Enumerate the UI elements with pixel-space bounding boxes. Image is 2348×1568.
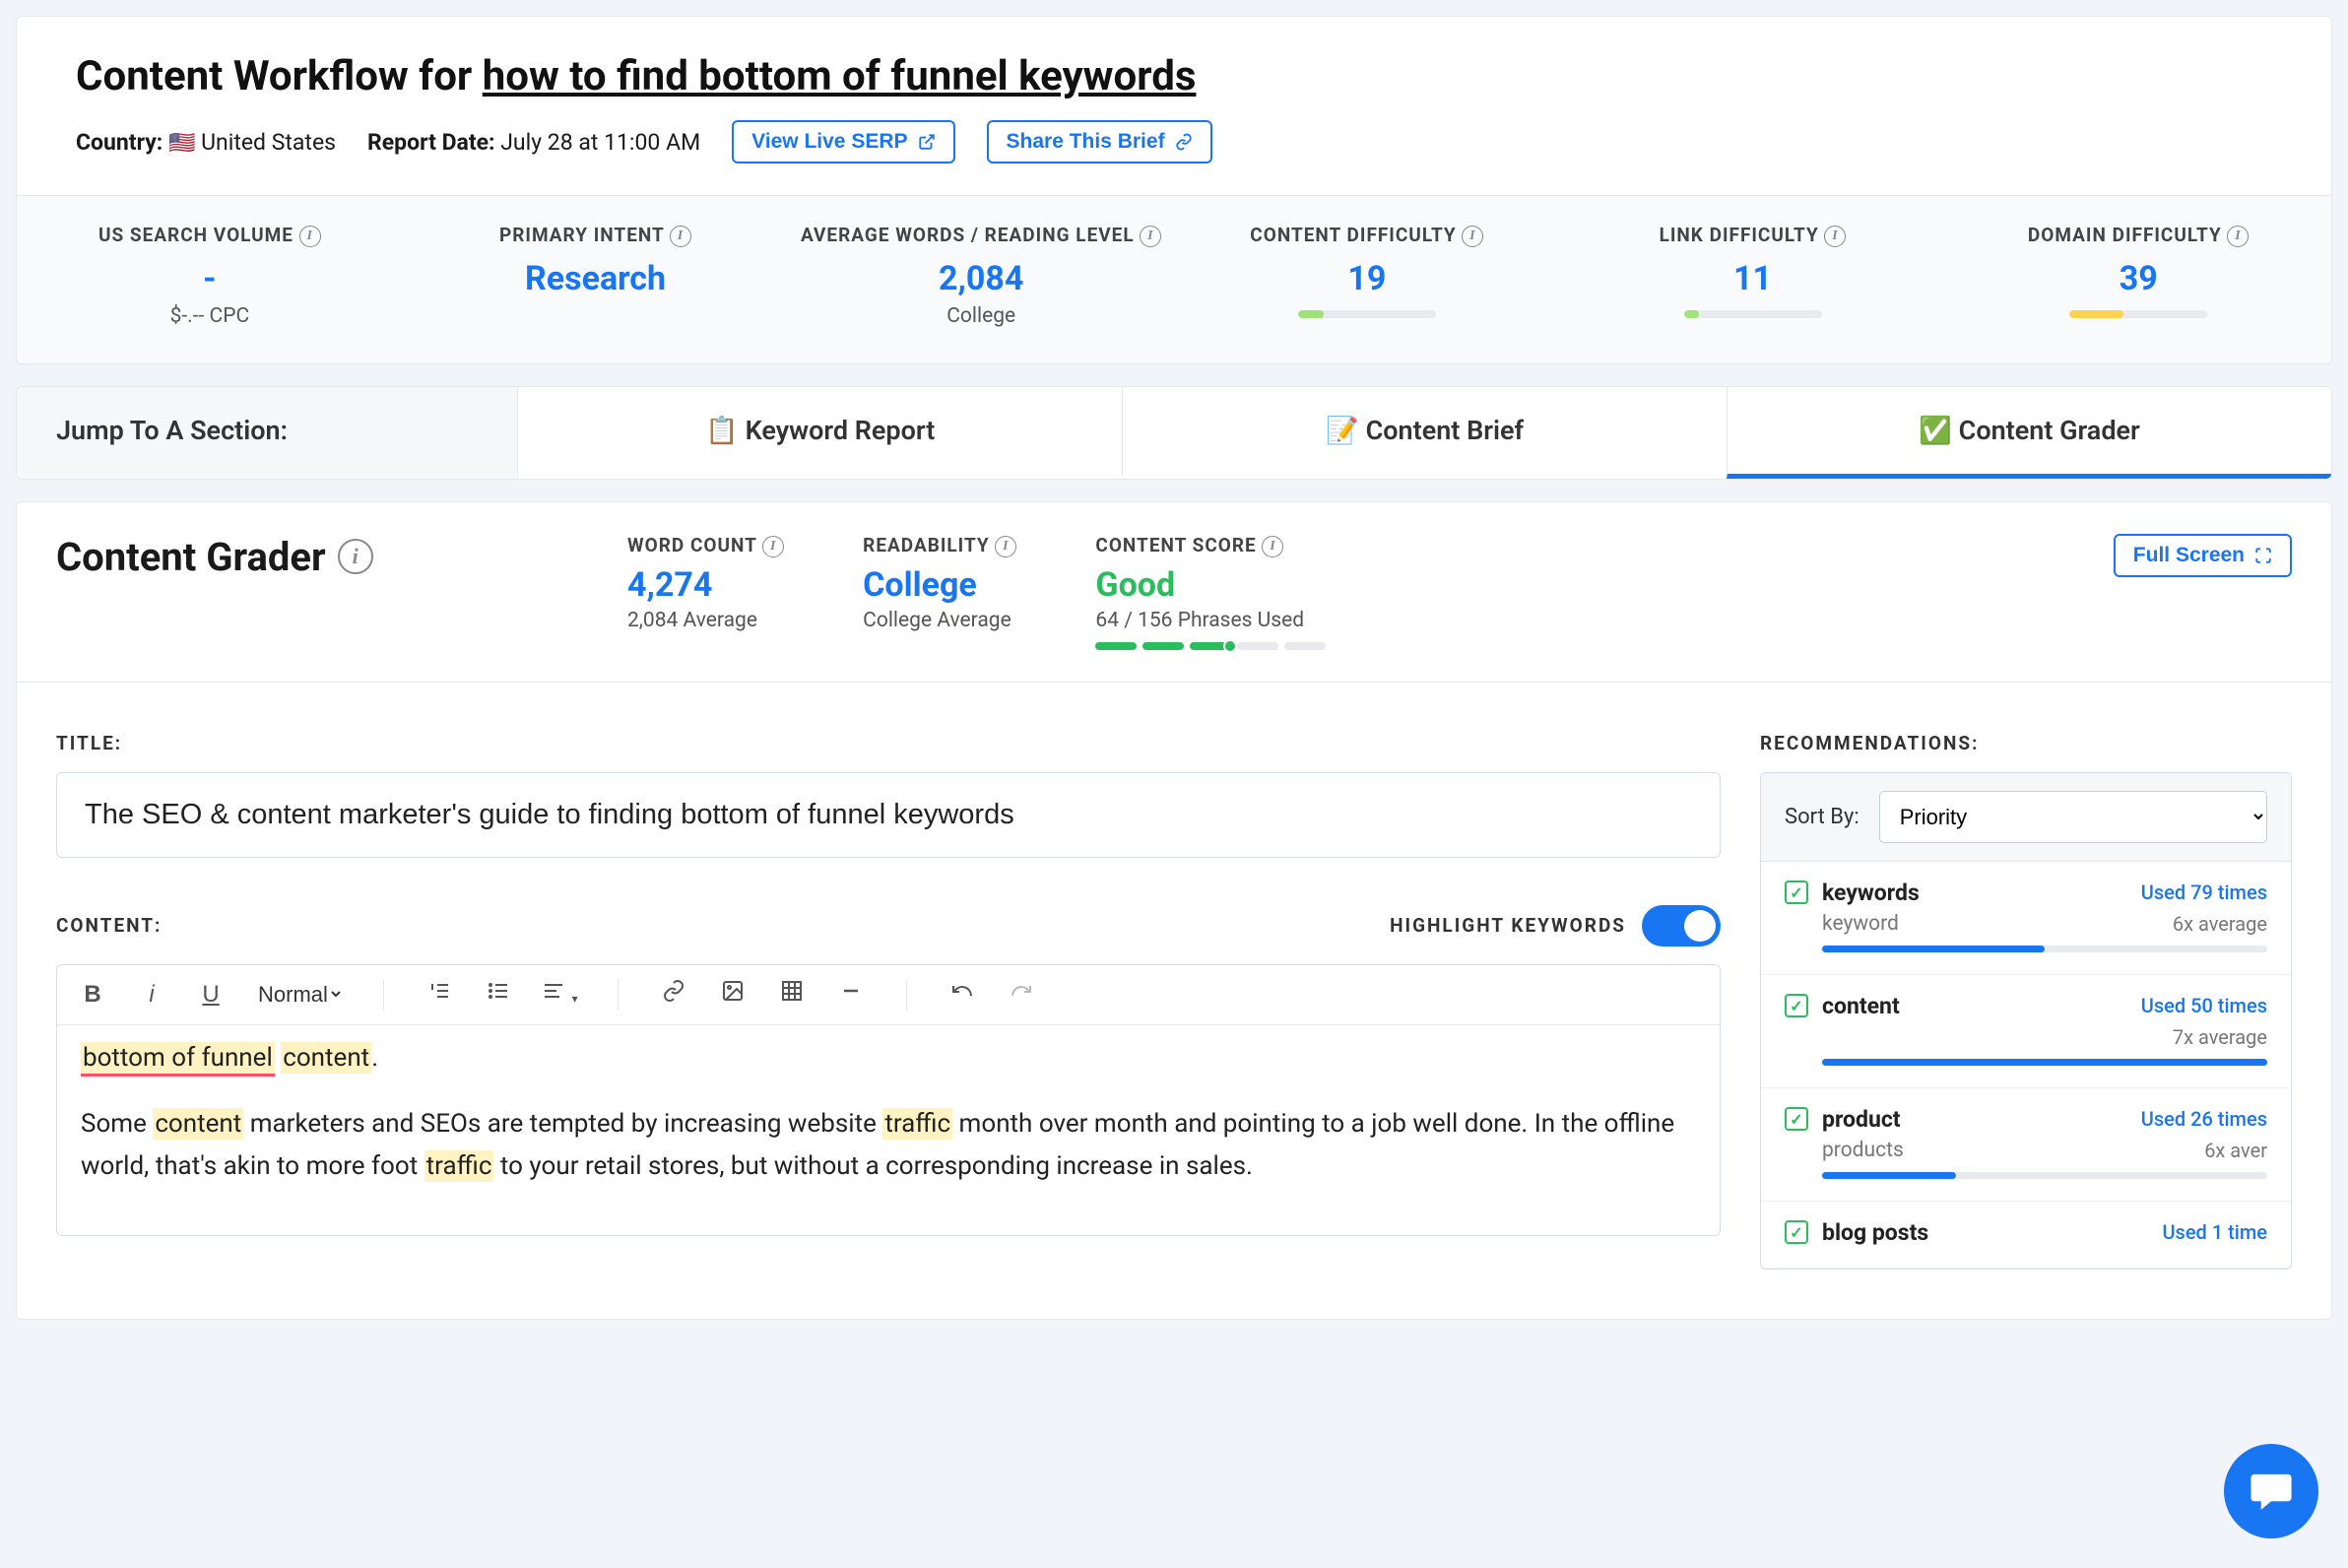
check-icon: ✓	[1785, 881, 1808, 904]
recommendation-item[interactable]: ✓ blog posts Used 1 time	[1761, 1202, 2291, 1269]
info-icon[interactable]: i	[995, 536, 1016, 557]
info-icon[interactable]: i	[1262, 536, 1283, 557]
readability-metric: READABILITY i College College Average	[863, 534, 1016, 650]
expand-icon	[2254, 547, 2272, 564]
format-select[interactable]: Normal	[254, 981, 344, 1008]
image-button[interactable]	[717, 979, 749, 1010]
link-icon	[1175, 133, 1193, 151]
metric-card: LINK DIFFICULTY i 11	[1560, 224, 1946, 328]
metrics-row: US SEARCH VOLUME i - $-.-- CPCPRIMARY IN…	[17, 195, 2331, 363]
tab-content-brief[interactable]: 📝 Content Brief	[1122, 387, 1727, 479]
recommendation-item[interactable]: ✓ keywords Used 79 times keyword6x avera…	[1761, 862, 2291, 975]
metric-card: DOMAIN DIFFICULTY i 39	[1945, 224, 2331, 328]
check-icon: ✓	[1785, 1220, 1808, 1244]
info-icon[interactable]: i	[299, 226, 321, 247]
content-editor: B i U Normal ▾	[56, 964, 1721, 1236]
underline-button[interactable]: U	[195, 981, 227, 1009]
score-progress	[1095, 642, 1326, 650]
sort-by-label: Sort By:	[1785, 805, 1859, 829]
ordered-list-button[interactable]	[424, 979, 455, 1010]
sort-by-select[interactable]: Priority	[1879, 791, 2267, 843]
workflow-header-card: Content Workflow for how to find bottom …	[16, 16, 2332, 364]
metric-card: AVERAGE WORDS / READING LEVEL i 2,084 Co…	[788, 224, 1174, 328]
content-label: CONTENT:	[56, 914, 162, 937]
content-score-metric: CONTENT SCORE i Good 64 / 156 Phrases Us…	[1095, 534, 1326, 650]
flag-icon: 🇺🇸	[168, 131, 195, 156]
workflow-keyword: how to find bottom of funnel keywords	[483, 52, 1197, 100]
hr-button[interactable]	[835, 979, 867, 1010]
section-tabs: Jump To A Section: 📋 Keyword Report📝 Con…	[16, 386, 2332, 480]
view-live-serp-button[interactable]: View Live SERP	[732, 120, 954, 163]
link-button[interactable]	[658, 979, 689, 1010]
share-brief-button[interactable]: Share This Brief	[987, 120, 1212, 163]
external-link-icon	[918, 133, 936, 151]
page-title: Content Workflow for how to find bottom …	[76, 52, 2272, 100]
title-input[interactable]	[56, 772, 1721, 858]
editor-content[interactable]: bottom of funnel content. Some content m…	[57, 1025, 1720, 1235]
highlight-keywords-label: HIGHLIGHT KEYWORDS	[1390, 914, 1626, 937]
content-grader-title: Content Grader i	[56, 534, 627, 580]
align-button[interactable]: ▾	[542, 979, 578, 1010]
bold-button[interactable]: B	[77, 981, 108, 1009]
recommendations-label: RECOMMENDATIONS:	[1760, 732, 2292, 754]
word-count-metric: WORD COUNT i 4,274 2,084 Average	[627, 534, 784, 650]
tab-keyword-report[interactable]: 📋 Keyword Report	[517, 387, 1122, 479]
recommendation-item[interactable]: ✓ product Used 26 times products6x aver	[1761, 1088, 2291, 1202]
country-meta: Country: 🇺🇸 United States	[76, 129, 336, 156]
chat-icon	[2248, 1468, 2295, 1515]
tab-content-grader[interactable]: ✅ Content Grader	[1727, 387, 2331, 479]
recommendations-box: Sort By: Priority ✓ keywords Used 79 tim…	[1760, 772, 2292, 1270]
info-icon[interactable]: i	[1824, 226, 1846, 247]
check-icon: ✓	[1785, 1107, 1808, 1131]
report-date-meta: Report Date: July 28 at 11:00 AM	[367, 129, 700, 156]
info-icon[interactable]: i	[670, 226, 691, 247]
info-icon[interactable]: i	[2227, 226, 2249, 247]
unordered-list-button[interactable]	[483, 979, 514, 1010]
jump-to-section-label: Jump To A Section:	[17, 387, 517, 479]
check-icon: ✓	[1785, 994, 1808, 1017]
info-icon[interactable]: i	[762, 536, 784, 557]
undo-button[interactable]	[946, 979, 978, 1010]
recommendation-item[interactable]: ✓ content Used 50 times 7x average	[1761, 975, 2291, 1088]
full-screen-button[interactable]: Full Screen	[2114, 534, 2292, 577]
chat-widget-button[interactable]	[2224, 1444, 2318, 1538]
info-icon[interactable]: i	[1462, 226, 1483, 247]
table-button[interactable]	[776, 979, 808, 1010]
editor-toolbar: B i U Normal ▾	[57, 965, 1720, 1025]
title-label: TITLE:	[56, 732, 1721, 754]
redo-button[interactable]	[1006, 979, 1037, 1010]
metric-card: CONTENT DIFFICULTY i 19	[1174, 224, 1560, 328]
metric-card: US SEARCH VOLUME i - $-.-- CPC	[17, 224, 403, 328]
italic-button[interactable]: i	[136, 981, 167, 1009]
info-icon[interactable]: i	[338, 539, 373, 574]
content-grader-card: Content Grader i WORD COUNT i 4,274 2,08…	[16, 501, 2332, 1320]
info-icon[interactable]: i	[1140, 226, 1161, 247]
metric-card: PRIMARY INTENT i Research	[403, 224, 789, 328]
highlight-keywords-toggle[interactable]	[1642, 905, 1721, 947]
